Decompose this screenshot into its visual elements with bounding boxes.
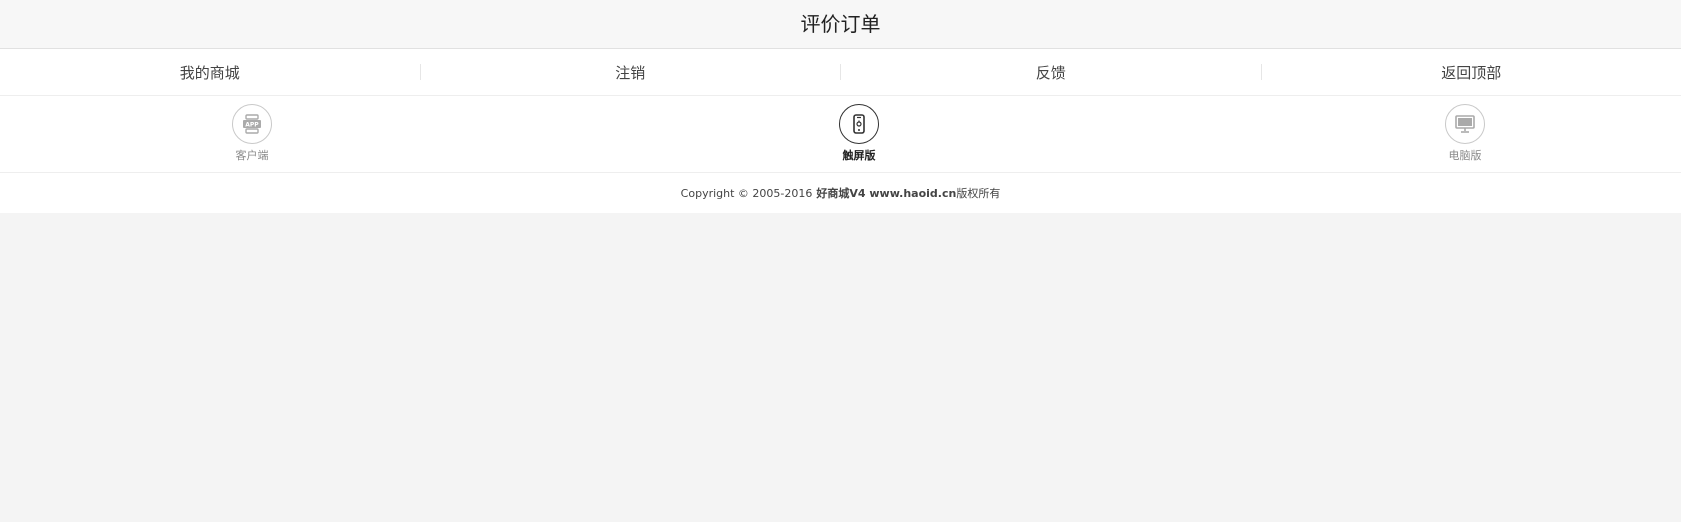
version-switcher: APP 客户端 触屏版 电脑版	[0, 96, 1681, 173]
version-app-link[interactable]: APP 客户端	[212, 104, 292, 163]
page-header: 评价订单	[0, 0, 1681, 49]
version-label: 电脑版	[1448, 149, 1482, 162]
footer-nav: 我的商城 注销 反馈 返回顶部	[0, 49, 1681, 96]
desktop-icon	[1445, 104, 1485, 144]
nav-feedback[interactable]: 反馈	[841, 62, 1261, 83]
nav-logout[interactable]: 注销	[421, 62, 841, 83]
mobile-icon	[839, 104, 879, 144]
svg-text:APP: APP	[245, 122, 259, 129]
nav-my-mall[interactable]: 我的商城	[0, 62, 420, 83]
nav-back-to-top[interactable]: 返回顶部	[1262, 62, 1681, 83]
copyright-brand: 好商城V4 www.haoid.cn	[816, 187, 957, 200]
page-title: 评价订单	[800, 11, 881, 36]
version-label: 客户端	[235, 149, 269, 162]
copyright-prefix: Copyright © 2005-2016	[680, 186, 813, 200]
copyright-suffix: 版权所有	[956, 187, 1001, 200]
copyright-bar: Copyright © 2005-2016 好商城V4 www.haoid.cn…	[0, 173, 1681, 213]
version-desktop-link[interactable]: 电脑版	[1425, 104, 1505, 163]
version-touch-link[interactable]: 触屏版	[819, 104, 899, 163]
app-icon: APP	[232, 104, 272, 144]
version-label: 触屏版	[842, 149, 876, 162]
